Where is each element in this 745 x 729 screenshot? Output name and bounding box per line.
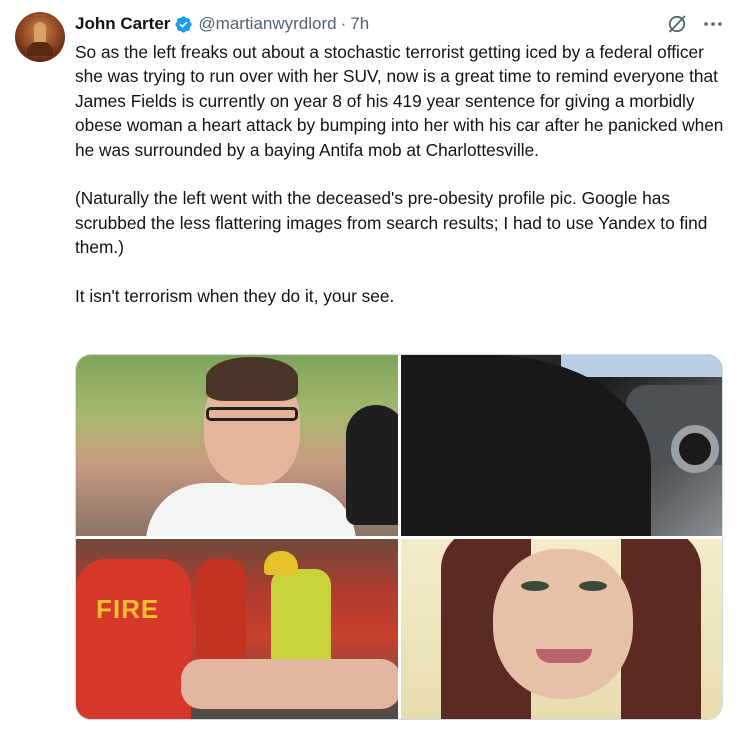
photo-1[interactable] bbox=[76, 355, 398, 536]
photo-yellow-helmet bbox=[264, 551, 298, 575]
photo-stretcher bbox=[181, 659, 398, 709]
tweet-text: So as the left freaks out about a stocha… bbox=[75, 40, 735, 308]
photo-eye-right bbox=[579, 581, 607, 591]
photo-firefighter bbox=[76, 559, 191, 719]
media-grid: FIRE bbox=[75, 354, 723, 720]
verified-badge-icon bbox=[175, 15, 193, 33]
separator-dot: · bbox=[340, 14, 347, 33]
tweet-paragraph: It isn't terrorism when they do it, your… bbox=[75, 286, 395, 307]
tweet-paragraph: (Naturally the left went with the deceas… bbox=[75, 188, 708, 258]
photo-2[interactable] bbox=[401, 355, 722, 536]
photo-3[interactable]: FIRE bbox=[76, 539, 398, 719]
photo-glasses bbox=[206, 407, 298, 421]
photo-4[interactable] bbox=[401, 539, 722, 719]
photo-foreground bbox=[401, 355, 651, 536]
avatar[interactable] bbox=[15, 12, 65, 62]
author-name[interactable]: John Carter bbox=[75, 14, 170, 34]
photo-eye-left bbox=[521, 581, 549, 591]
photo-mouth bbox=[536, 649, 592, 663]
photo-helmet bbox=[346, 405, 398, 525]
tweet-paragraph: So as the left freaks out about a stocha… bbox=[75, 42, 724, 160]
photo-hair bbox=[206, 357, 298, 401]
photo-sky bbox=[561, 355, 722, 377]
photo-hair-right bbox=[621, 539, 701, 719]
tweet-header: John Carter @martianwyrdlord · 7h bbox=[75, 13, 369, 35]
photo-face bbox=[493, 549, 633, 699]
tweet: John Carter @martianwyrdlord · 7h So as … bbox=[0, 0, 745, 729]
author-handle[interactable]: @martianwyrdlord bbox=[198, 14, 336, 34]
photo-wheel bbox=[671, 425, 719, 473]
photo-fire-text: FIRE bbox=[96, 594, 160, 624]
timestamp[interactable]: 7h bbox=[350, 14, 369, 34]
avatar-figure-base bbox=[27, 42, 53, 56]
more-icon[interactable] bbox=[701, 12, 725, 36]
grok-icon[interactable] bbox=[665, 12, 689, 36]
photo-shirt bbox=[146, 483, 356, 536]
